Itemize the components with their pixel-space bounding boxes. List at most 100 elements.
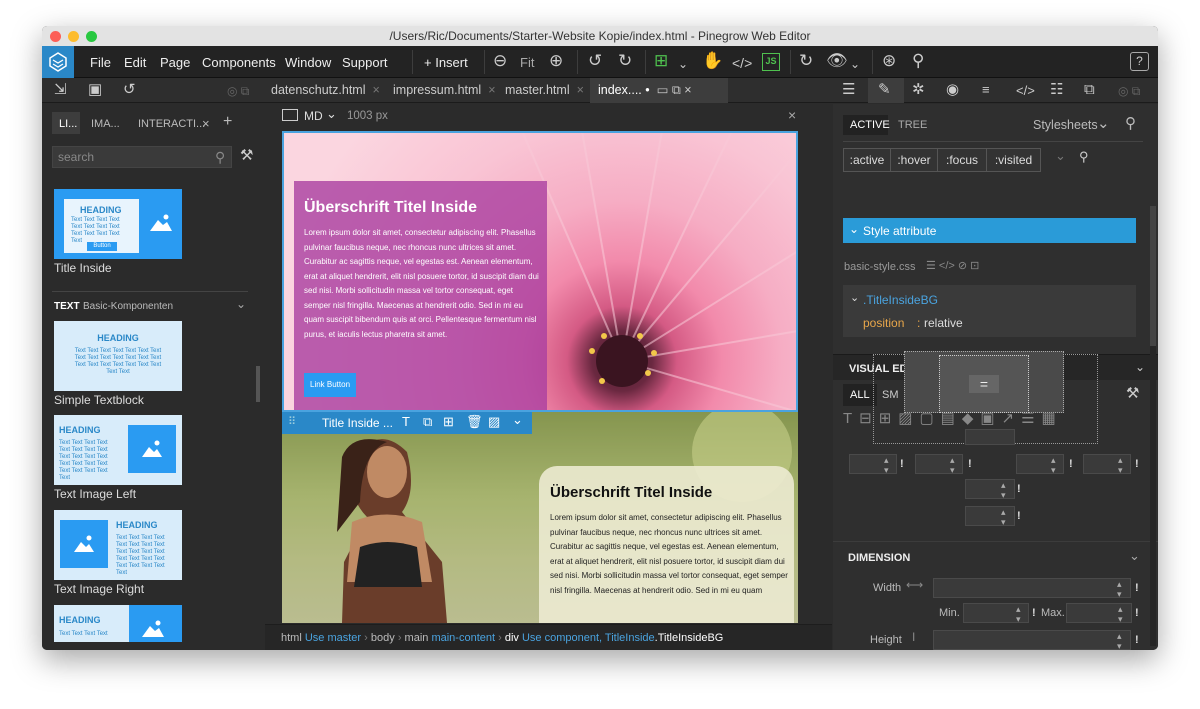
chevron-down-icon[interactable]: ⌄ <box>1097 114 1110 132</box>
grid-layout-icon[interactable]: ⊞ <box>654 52 668 70</box>
close-tab-icon[interactable]: × <box>202 116 210 131</box>
zoom-out-icon[interactable]: ⊖ <box>493 52 507 70</box>
search-icon[interactable]: ⚲ <box>1125 114 1136 132</box>
tab-library[interactable]: LI... <box>59 118 77 130</box>
refresh-icon[interactable]: ↻ <box>799 52 813 70</box>
menu-window[interactable]: Window <box>285 55 331 70</box>
selected-element-label[interactable]: Title Inside ... <box>322 416 393 430</box>
preview-chevron-icon[interactable]: ⌄ <box>850 55 860 73</box>
hand-icon[interactable]: ✋ <box>702 52 723 70</box>
import-icon[interactable]: ⇲ <box>54 81 67 99</box>
menu-support[interactable]: Support <box>342 55 388 70</box>
chevron-down-icon[interactable]: ⌄ <box>1129 548 1140 564</box>
eye-off-icon[interactable]: ◎ ⧉ <box>227 82 249 100</box>
tab-active[interactable]: ACTIVE <box>850 119 890 131</box>
dimension-header[interactable]: DIMENSION <box>848 552 910 564</box>
add-tab-icon[interactable]: + <box>223 113 232 131</box>
scrollbar[interactable] <box>1150 206 1156 646</box>
library-search-input[interactable]: search <box>52 146 232 168</box>
palette-icon[interactable]: ◉ <box>946 81 959 99</box>
pin-icon[interactable]: ⚲ <box>1079 149 1089 165</box>
search-icon[interactable]: ⚲ <box>912 52 924 70</box>
rule-actions-icons[interactable]: ☰ </> ⊘ ⊡ <box>926 259 979 272</box>
duplicate-icon[interactable]: ⧉ <box>423 414 432 430</box>
fit-button[interactable]: Fit <box>520 55 534 70</box>
help-icon[interactable]: ? <box>1130 52 1149 71</box>
hero2-overlay-box[interactable]: Überschrift Titel Inside Lorem ipsum dol… <box>539 466 794 623</box>
zoom-window-button[interactable] <box>86 31 97 42</box>
stylesheets-dropdown[interactable]: Stylesheets <box>1033 118 1098 132</box>
tools-icon[interactable]: ⚒ <box>1126 384 1139 402</box>
chevron-down-icon[interactable]: ⌄ <box>512 412 523 428</box>
height-input[interactable] <box>933 630 1131 650</box>
css-rule[interactable]: ⌄ .TitleInsideBG position : relative <box>843 285 1136 337</box>
panel-resize-handle[interactable] <box>256 366 260 402</box>
state-visited[interactable]: :visited <box>986 148 1041 172</box>
magic-icon[interactable]: ✲ <box>912 81 925 99</box>
props-icon[interactable]: ≡ <box>982 81 990 99</box>
menu-page[interactable]: Page <box>160 55 190 70</box>
library-item-partial[interactable]: HEADING Text Text Text Text <box>54 605 182 642</box>
state-focus[interactable]: :focus <box>937 148 987 172</box>
library-item-title-inside[interactable]: HEADING Text Text Text Text Text Text Te… <box>54 189 182 259</box>
tab-impressum[interactable]: impressum.html × <box>393 78 496 103</box>
tab-images[interactable]: IMA... <box>91 118 120 130</box>
tab-tree[interactable]: TREE <box>898 119 927 131</box>
style-attribute-header[interactable]: ⌄ Style attribute <box>843 218 1136 243</box>
library-item-text-image-left[interactable]: HEADING Text Text Text Text Text Text Te… <box>54 415 182 485</box>
state-hover[interactable]: :hover <box>890 148 938 172</box>
close-window-button[interactable] <box>50 31 61 42</box>
crumb-html[interactable]: html <box>281 632 302 644</box>
tab-master[interactable]: master.html × <box>505 78 584 103</box>
crumb-main[interactable]: main <box>405 632 429 644</box>
state-active[interactable]: :active <box>843 148 891 172</box>
close-icon[interactable]: × <box>788 107 796 123</box>
link-button[interactable]: Link Button <box>304 373 357 397</box>
brush-icon[interactable]: ✎ <box>878 81 891 99</box>
library-item-text-image-right[interactable]: HEADING Text Text Text Text Text Text Te… <box>54 510 182 580</box>
preview-icon[interactable]: 👁 <box>826 52 848 70</box>
reload-icon[interactable]: ↺ <box>123 81 136 99</box>
save-icon[interactable]: ▣ <box>88 81 102 99</box>
tree-icon[interactable]: ☷ <box>1050 81 1063 99</box>
chevron-down-icon[interactable]: ⌄ <box>1055 148 1066 164</box>
insert-button[interactable]: + Insert <box>424 55 468 70</box>
menu-components[interactable]: Components <box>202 55 276 70</box>
panel-options-icon[interactable]: ◎ ⧉ <box>1118 82 1140 100</box>
menu-edit[interactable]: Edit <box>124 55 146 70</box>
width-input[interactable] <box>933 578 1131 598</box>
bp-all[interactable]: ALL <box>850 389 870 401</box>
chevron-down-icon[interactable]: ⌄ <box>678 55 688 73</box>
pattern-icon[interactable]: ▨ <box>488 414 500 430</box>
grid-icon[interactable]: ⊞ <box>443 414 454 430</box>
trash-icon[interactable]: 🗑 <box>466 414 483 430</box>
collapse-icon[interactable]: ⌄ <box>1135 360 1145 374</box>
chevron-down-icon[interactable]: ⌄ <box>326 106 337 122</box>
undo-icon[interactable]: ↺ <box>588 52 602 70</box>
redo-icon[interactable]: ↻ <box>618 52 632 70</box>
crumb-div[interactable]: div <box>505 632 519 644</box>
text-edit-icon[interactable]: T <box>402 414 410 429</box>
js-icon[interactable]: JS <box>762 53 780 71</box>
drag-handle-icon[interactable]: ⠿ <box>288 415 296 428</box>
library-item-simple-textblock[interactable]: HEADING Text Text Text Text Text Text Te… <box>54 321 182 391</box>
device-icon[interactable] <box>282 109 298 121</box>
minimize-window-button[interactable] <box>68 31 79 42</box>
chevron-down-icon[interactable]: ⌄ <box>236 297 246 311</box>
code-icon[interactable]: </> <box>732 54 752 72</box>
equal-icon[interactable]: = <box>969 375 999 393</box>
hero-overlay-box[interactable]: Überschrift Titel Inside Lorem ipsum dol… <box>294 181 547 412</box>
zoom-in-icon[interactable]: ⊕ <box>549 52 563 70</box>
crumb-body[interactable]: body <box>371 632 395 644</box>
menu-file[interactable]: File <box>90 55 111 70</box>
tab-interactions[interactable]: INTERACTI... <box>138 118 205 130</box>
tab-datenschutz[interactable]: datenschutz.html × <box>271 78 380 103</box>
breakpoint-selector[interactable]: MD <box>304 109 323 123</box>
globe-icon[interactable]: ⊛ <box>882 52 896 70</box>
component-icon[interactable]: ⧉ <box>1084 81 1095 99</box>
pinegrow-logo-icon[interactable] <box>42 46 74 78</box>
code-view-icon[interactable]: </> <box>1016 82 1035 100</box>
tab-index[interactable]: index.... • ▭ ⧉ × <box>590 78 728 103</box>
settings-sliders-icon[interactable]: ☰ <box>842 81 855 99</box>
tools-icon[interactable]: ⚒ <box>240 147 253 165</box>
